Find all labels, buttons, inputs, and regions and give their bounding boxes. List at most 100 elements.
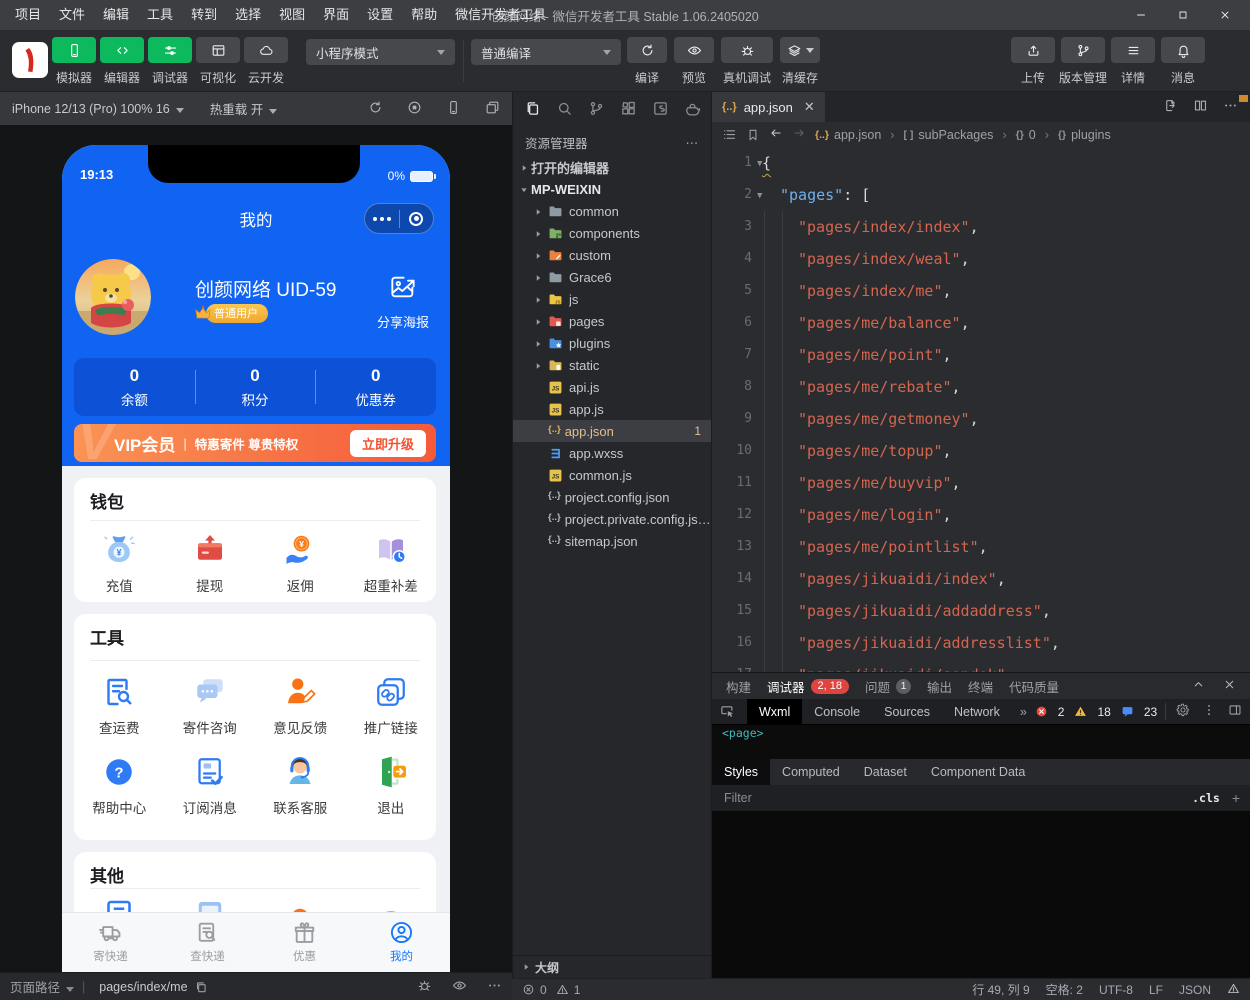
tree-item-components[interactable]: components — [513, 222, 711, 244]
menu-item-7[interactable]: 界面 — [314, 0, 358, 30]
styles-tab-Computed[interactable]: Computed — [770, 759, 852, 785]
console-counts[interactable]: 21823 — [1035, 705, 1157, 719]
devtools-tab-Console[interactable]: Console — [802, 699, 872, 724]
devtools-dock-button[interactable] — [1228, 703, 1242, 720]
more-tabs-icon[interactable]: » — [1012, 705, 1035, 719]
toolbar-cloud-button[interactable]: 云开发 — [242, 37, 290, 86]
wxml-tree-node[interactable]: <page> — [712, 725, 1250, 759]
nav-forward-button[interactable] — [792, 126, 806, 143]
breadcrumb-segment-3[interactable]: {}plugins — [1058, 128, 1111, 142]
nav-back-button[interactable] — [769, 126, 783, 143]
project-root[interactable]: MP-WEIXIN — [513, 178, 711, 200]
tree-item-custom[interactable]: custom — [513, 244, 711, 266]
hot-reload-toggle[interactable]: 热重载 开 — [210, 99, 277, 118]
close-miniprogram-button[interactable] — [400, 212, 434, 226]
menu-item-1[interactable]: 文件 — [50, 0, 94, 30]
debugger-tab-问题[interactable]: 问题1 — [865, 677, 911, 696]
menu-item-5[interactable]: 选择 — [226, 0, 270, 30]
activity-snippets-button[interactable] — [652, 100, 669, 120]
cls-toggle[interactable]: .cls — [1192, 791, 1220, 805]
tree-item-static[interactable]: static — [513, 354, 711, 376]
share-poster-button[interactable]: 分享海报 — [370, 271, 436, 331]
sim-phone-button[interactable] — [446, 100, 461, 118]
toolbar-phone-button[interactable]: 模拟器 — [50, 37, 98, 86]
panel-collapse-up-button[interactable] — [1192, 678, 1205, 694]
close-tab-icon[interactable]: ✕ — [804, 99, 815, 115]
toolbar-layout-button[interactable]: 可视化 — [194, 37, 242, 86]
vip-upgrade-button[interactable]: 立即升级 — [350, 430, 426, 457]
tree-item-app.js[interactable]: JSapp.js — [513, 398, 711, 420]
tree-item-project.config.json[interactable]: {..}project.config.json — [513, 486, 711, 508]
grid-item-寄件咨询[interactable]: 寄件咨询 — [165, 674, 256, 737]
tree-item-pages[interactable]: pages — [513, 310, 711, 332]
menu-item-9[interactable]: 帮助 — [402, 0, 446, 30]
activity-source-control-button[interactable] — [588, 100, 605, 120]
compile-select[interactable]: 普通编译 — [471, 39, 621, 65]
toolbar-bug-button[interactable]: 真机调试 — [719, 37, 775, 86]
tree-item-Grace6[interactable]: Grace6 — [513, 266, 711, 288]
activity-files-button[interactable] — [524, 100, 541, 120]
editor-preview-button[interactable] — [1163, 98, 1178, 116]
grid-item-partial-card[interactable] — [165, 896, 256, 912]
styles-tab-Component Data[interactable]: Component Data — [919, 759, 1038, 785]
add-style-icon[interactable]: + — [1232, 790, 1240, 806]
stat-item-1[interactable]: 0积分 — [195, 358, 316, 416]
sim-windows-button[interactable] — [485, 100, 500, 118]
grid-item-推广链接[interactable]: 推广链接 — [346, 674, 437, 737]
outline-section[interactable]: 大纲 — [513, 955, 711, 978]
status-item-0[interactable]: 行 49, 列 9 — [972, 981, 1029, 998]
stat-item-2[interactable]: 0优惠券 — [315, 358, 436, 416]
maximize-button[interactable] — [1162, 0, 1204, 30]
sim-stop-button[interactable] — [407, 100, 422, 118]
tree-item-common[interactable]: common — [513, 200, 711, 222]
menu-item-2[interactable]: 编辑 — [94, 0, 138, 30]
breadcrumb-segment-0[interactable]: {..}app.json — [815, 128, 881, 142]
editor-ellipsis-button[interactable] — [1223, 98, 1238, 116]
toolbar-layers-button[interactable]: 清缓存 — [778, 37, 822, 86]
status-warning-icon[interactable] — [1227, 982, 1240, 998]
tree-item-app.wxss[interactable]: app.wxss — [513, 442, 711, 464]
tree-item-plugins[interactable]: plugins — [513, 332, 711, 354]
minimize-button[interactable] — [1120, 0, 1162, 30]
menu-item-0[interactable]: 项目 — [6, 0, 50, 30]
problems-status[interactable]: 0 1 — [522, 983, 580, 997]
menu-item-6[interactable]: 视图 — [270, 0, 314, 30]
tree-item-project.private.config.js…[interactable]: {..}project.private.config.js… — [513, 508, 711, 530]
grid-item-意见反馈[interactable]: 意见反馈 — [255, 674, 346, 737]
breadcrumb-segment-1[interactable]: [ ]subPackages — [903, 128, 993, 142]
more-button[interactable] — [365, 217, 399, 221]
menu-item-4[interactable]: 转到 — [182, 0, 226, 30]
devtools-tab-Network[interactable]: Network — [942, 699, 1012, 724]
grid-item-partial-dot[interactable] — [255, 896, 346, 912]
tabbar-user[interactable]: 我的 — [353, 913, 450, 972]
toolbar-eye-button[interactable]: 预览 — [672, 37, 716, 86]
code-editor[interactable]: 1▼{2▼"pages": [3"pages/index/index",4"pa… — [712, 147, 1250, 672]
activity-teapot-button[interactable] — [684, 100, 701, 120]
grid-item-提现[interactable]: 提现 — [165, 532, 256, 595]
grid-item-超重补差[interactable]: 超重补差 — [346, 532, 437, 595]
tree-item-app.json[interactable]: {..}app.json1 — [513, 420, 711, 442]
status-item-2[interactable]: UTF-8 — [1099, 983, 1133, 997]
tree-item-common.js[interactable]: JScommon.js — [513, 464, 711, 486]
sim-refresh-button[interactable] — [368, 100, 383, 118]
activity-search-button[interactable] — [556, 100, 573, 120]
toolbar-menu-button[interactable]: 详情 — [1108, 37, 1158, 86]
footer-ellipsis-button[interactable] — [487, 978, 502, 996]
devtools-tab-Sources[interactable]: Sources — [872, 699, 942, 724]
grid-item-partial-doc[interactable] — [74, 896, 165, 912]
toolbar-code-button[interactable]: 编辑器 — [98, 37, 146, 86]
stat-item-0[interactable]: 0余额 — [74, 358, 195, 416]
debugger-tab-调试器[interactable]: 调试器2, 18 — [767, 677, 849, 696]
devtools-tab-Wxml[interactable]: Wxml — [747, 699, 802, 724]
status-item-4[interactable]: JSON — [1179, 983, 1211, 997]
debugger-tab-终端[interactable]: 终端 — [968, 677, 993, 696]
toolbar-upload-button[interactable]: 上传 — [1008, 37, 1058, 86]
more-actions-icon[interactable]: ⋯ — [686, 135, 700, 150]
grid-item-联系客服[interactable]: 联系客服 — [255, 754, 346, 817]
status-item-3[interactable]: LF — [1149, 983, 1163, 997]
inspect-element-icon[interactable] — [720, 704, 735, 719]
editor-split-button[interactable] — [1193, 98, 1208, 116]
device-select[interactable]: iPhone 12/13 (Pro) 100% 16 — [12, 102, 184, 116]
copy-icon[interactable] — [194, 980, 208, 994]
grid-item-返佣[interactable]: ¥返佣 — [255, 532, 346, 595]
